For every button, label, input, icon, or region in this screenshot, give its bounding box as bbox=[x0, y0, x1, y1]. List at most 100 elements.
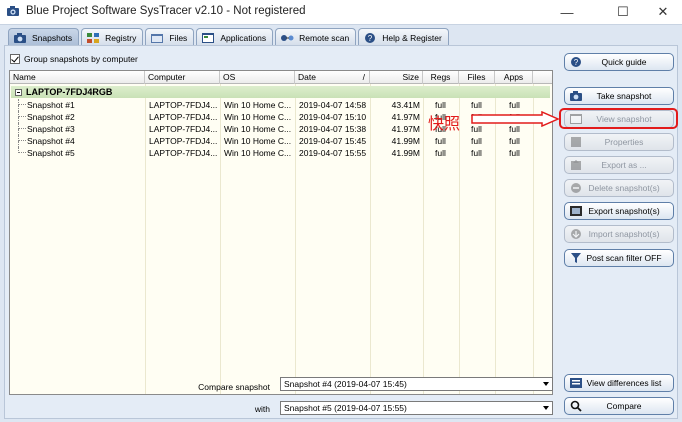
view-differences-button[interactable]: View differences list bbox=[564, 374, 674, 392]
column-header-files[interactable]: Files bbox=[459, 71, 495, 84]
close-button[interactable]: ✕ bbox=[640, 0, 682, 24]
cell-date: 2019-04-07 15:10 bbox=[299, 112, 367, 122]
tab-label: Remote scan bbox=[299, 32, 350, 43]
cell-name: Snapshot #3 bbox=[27, 124, 75, 134]
annotation-label: 快照 bbox=[428, 114, 461, 133]
cell-files: full bbox=[471, 148, 482, 158]
tab-help-register[interactable]: ? Help & Register bbox=[358, 28, 449, 46]
differences-list-icon bbox=[569, 377, 583, 389]
delete-icon bbox=[569, 182, 583, 194]
cell-size: 41.97M bbox=[391, 112, 420, 122]
column-header-computer[interactable]: Computer bbox=[145, 71, 220, 84]
take-snapshot-label: Take snapshot bbox=[596, 91, 652, 101]
cell-computer: LAPTOP-7FDJ4... bbox=[149, 136, 218, 146]
tree-connector bbox=[18, 123, 26, 135]
client-area: Snapshots Registry Files Applications Re… bbox=[0, 24, 682, 422]
export-snapshot-icon bbox=[569, 205, 583, 217]
compare-label: Compare bbox=[606, 401, 642, 411]
cell-files: full bbox=[471, 136, 482, 146]
cell-date: 2019-04-07 15:45 bbox=[299, 136, 367, 146]
registry-icon bbox=[87, 32, 100, 43]
cell-os: Win 10 Home C... bbox=[224, 112, 292, 122]
tab-files[interactable]: Files bbox=[145, 28, 195, 46]
column-header-date[interactable]: Date / bbox=[295, 71, 370, 84]
table-row[interactable]: Snapshot #4 LAPTOP-7FDJ4... Win 10 Home … bbox=[10, 135, 552, 147]
compare-button[interactable]: Compare bbox=[564, 397, 674, 415]
quick-guide-button[interactable]: ? Quick guide bbox=[564, 53, 674, 71]
computer-group-row[interactable]: LAPTOP-7FDJ4RGB bbox=[11, 86, 550, 98]
annotation-arrow-icon bbox=[471, 111, 560, 127]
cell-computer: LAPTOP-7FDJ4... bbox=[149, 124, 218, 134]
post-scan-filter-button[interactable]: Post scan filter OFF bbox=[564, 249, 674, 267]
cell-size: 41.97M bbox=[391, 124, 420, 134]
cell-apps: full bbox=[509, 100, 520, 110]
compare-snapshot-row: Compare snapshot bbox=[150, 380, 270, 394]
cell-os: Win 10 Home C... bbox=[224, 148, 292, 158]
cell-size: 43.41M bbox=[391, 100, 420, 110]
column-header-apps[interactable]: Apps bbox=[495, 71, 533, 84]
collapse-icon[interactable] bbox=[15, 88, 22, 96]
cell-apps: full bbox=[509, 148, 520, 158]
camera-icon bbox=[569, 90, 583, 102]
delete-snapshots-button[interactable]: Delete snapshot(s) bbox=[564, 179, 674, 197]
maximize-icon: ☐ bbox=[617, 4, 629, 19]
tree-connector bbox=[18, 99, 26, 111]
table-row[interactable]: Snapshot #5 LAPTOP-7FDJ4... Win 10 Home … bbox=[10, 147, 552, 159]
minimize-button[interactable]: — bbox=[544, 0, 590, 24]
take-snapshot-button[interactable]: Take snapshot bbox=[564, 87, 674, 105]
export-as-button[interactable]: Export as ... bbox=[564, 156, 674, 174]
view-differences-label: View differences list bbox=[586, 378, 662, 388]
tab-label: Snapshots bbox=[32, 33, 73, 43]
filter-icon bbox=[569, 252, 583, 264]
compare-snapshot-select[interactable]: Snapshot #4 (2019-04-07 15:45) bbox=[280, 377, 553, 391]
column-header-os[interactable]: OS bbox=[220, 71, 295, 84]
tab-label: Applications bbox=[220, 32, 267, 43]
cell-regs: full bbox=[435, 148, 446, 158]
compare-snapshot-value: Snapshot #4 (2019-04-07 15:45) bbox=[284, 379, 407, 389]
remote-scan-icon bbox=[281, 34, 294, 41]
svg-text:?: ? bbox=[574, 58, 579, 67]
tab-remote-scan[interactable]: Remote scan bbox=[275, 28, 357, 46]
chevron-down-icon[interactable] bbox=[539, 378, 552, 390]
cell-computer: LAPTOP-7FDJ4... bbox=[149, 100, 218, 110]
svg-text:?: ? bbox=[368, 34, 373, 43]
cell-os: Win 10 Home C... bbox=[224, 100, 292, 110]
cell-date: 2019-04-07 15:38 bbox=[299, 124, 367, 134]
post-scan-filter-label: Post scan filter OFF bbox=[586, 253, 662, 263]
close-icon: ✕ bbox=[657, 4, 669, 19]
cell-computer: LAPTOP-7FDJ4... bbox=[149, 148, 218, 158]
tab-label: Registry bbox=[105, 32, 137, 43]
tree-connector bbox=[18, 147, 26, 153]
table-row[interactable]: Snapshot #1 LAPTOP-7FDJ4... Win 10 Home … bbox=[10, 99, 552, 111]
group-by-computer-checkbox[interactable]: Group snapshots by computer bbox=[10, 54, 138, 64]
import-snapshots-button[interactable]: Import snapshot(s) bbox=[564, 225, 674, 243]
title-bar: Blue Project Software SysTracer v2.10 - … bbox=[0, 0, 682, 24]
minimize-icon: — bbox=[560, 4, 574, 20]
cell-date: 2019-04-07 15:55 bbox=[299, 148, 367, 158]
cell-size: 41.99M bbox=[391, 136, 420, 146]
app-camera-icon bbox=[7, 6, 19, 16]
tab-strip: Snapshots Registry Files Applications Re… bbox=[8, 28, 451, 47]
sort-indicator: / bbox=[362, 72, 365, 82]
properties-label: Properties bbox=[604, 137, 644, 147]
column-header-name[interactable]: Name bbox=[10, 71, 145, 84]
cell-files: full bbox=[471, 100, 482, 110]
cell-name: Snapshot #5 bbox=[27, 148, 75, 158]
checkbox-checked-icon[interactable] bbox=[10, 54, 20, 64]
applications-icon bbox=[202, 32, 215, 43]
delete-snapshots-label: Delete snapshot(s) bbox=[588, 183, 660, 193]
with-row: with bbox=[150, 402, 270, 416]
tab-applications[interactable]: Applications bbox=[196, 28, 274, 46]
column-header-regs[interactable]: Regs bbox=[423, 71, 459, 84]
chevron-down-icon[interactable] bbox=[539, 402, 552, 414]
properties-icon bbox=[569, 136, 583, 148]
cell-name: Snapshot #1 bbox=[27, 100, 75, 110]
computer-group-label: LAPTOP-7FDJ4RGB bbox=[26, 87, 113, 97]
tab-registry[interactable]: Registry bbox=[81, 28, 144, 46]
export-snapshots-button[interactable]: Export snapshot(s) bbox=[564, 202, 674, 220]
properties-button[interactable]: Properties bbox=[564, 133, 674, 151]
group-by-computer-label: Group snapshots by computer bbox=[24, 54, 138, 64]
column-header-size[interactable]: Size bbox=[370, 71, 423, 84]
tree-connector bbox=[18, 135, 26, 147]
with-snapshot-select[interactable]: Snapshot #5 (2019-04-07 15:55) bbox=[280, 401, 553, 415]
